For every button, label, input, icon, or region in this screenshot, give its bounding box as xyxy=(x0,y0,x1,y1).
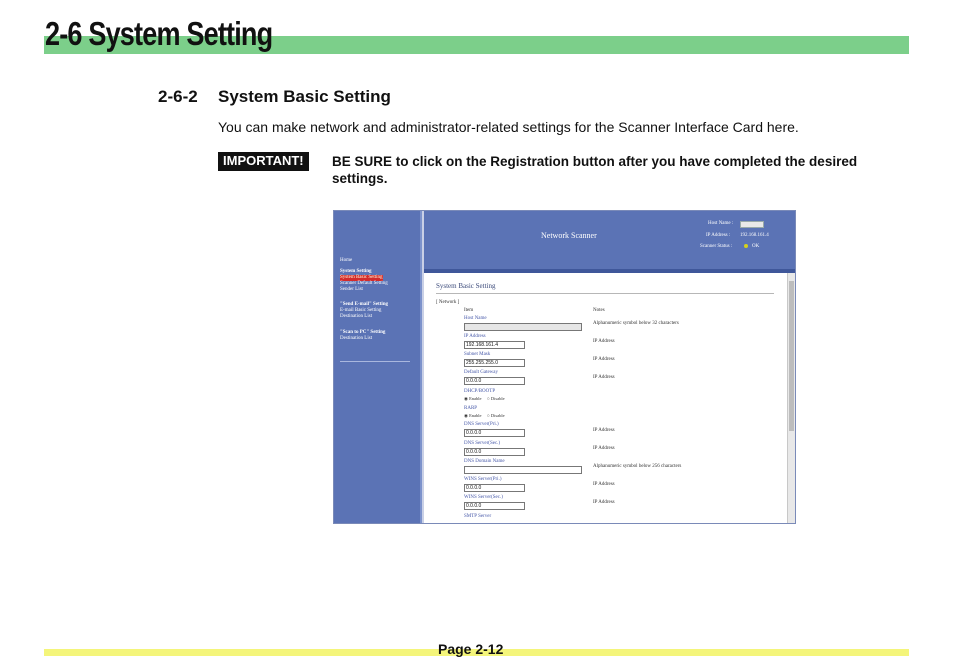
ip-address-input[interactable]: 192.168.161.4 xyxy=(464,341,525,349)
chapter-title: 2-6 System Setting xyxy=(45,15,273,52)
web-ui-screenshot: Home System Setting System Basic Setting… xyxy=(333,210,796,524)
subnet-mask-field-label: Subnet Mask xyxy=(464,352,491,357)
form-title: System Basic Setting xyxy=(436,282,496,290)
network-group-label: [ Network ] xyxy=(436,300,460,305)
page-number: Page 2-12 xyxy=(438,641,504,657)
wins-sec-field-label: WINS Server(Sec.) xyxy=(464,495,503,500)
section-title: System Basic Setting xyxy=(218,87,391,106)
subnet-mask-input[interactable]: 255.255.255.0 xyxy=(464,359,525,367)
dhcp-field-label: DHCP/BOOTP xyxy=(464,389,496,394)
dhcp-enable-label: Enable xyxy=(469,396,482,401)
rarp-enable-radio[interactable]: ◉ Enable xyxy=(464,413,482,419)
ip-address-display: 192.168.161.4 xyxy=(740,233,769,238)
col-item-header: Item xyxy=(464,308,474,313)
dns-pri-input[interactable]: 0.0.0.0 xyxy=(464,429,525,437)
dhcp-enable-radio[interactable]: ◉ Enable xyxy=(464,396,482,402)
col-notes-header: Notes xyxy=(593,308,605,313)
dns-pri-field-label: DNS Server(Pri.) xyxy=(464,422,499,427)
wins-sec-note: IP Address xyxy=(593,500,615,505)
screenshot-topbar: Network Scanner Host Name : IP Address :… xyxy=(424,211,795,273)
wins-pri-field-label: WINS Server(Pri.) xyxy=(464,477,502,482)
screenshot-main: System Basic Setting [ Network ] Item No… xyxy=(424,273,787,523)
default-gateway-note: IP Address xyxy=(593,375,615,380)
ip-address-field-label: IP Address xyxy=(464,334,486,339)
section-number: 2-6-2 xyxy=(158,87,198,106)
subnet-mask-note: IP Address xyxy=(593,357,615,362)
dns-domain-field-label: DNS Domain Name xyxy=(464,459,505,464)
network-scanner-title: Network Scanner xyxy=(541,231,597,240)
ip-address-note: IP Address xyxy=(593,339,615,344)
status-led-icon xyxy=(744,244,748,248)
rarp-disable-label: Disable xyxy=(490,413,505,418)
important-badge: IMPORTANT! xyxy=(218,152,309,171)
host-name-note: Alphanumeric symbol below 32 characters xyxy=(593,321,679,326)
rarp-field-label: RARP xyxy=(464,406,478,411)
sidebar-link-sender-list[interactable]: Sender List xyxy=(340,287,363,293)
dns-domain-input[interactable] xyxy=(464,466,582,474)
dns-domain-note: Alphanumeric symbol below 256 characters xyxy=(593,464,682,469)
wins-pri-note: IP Address xyxy=(593,482,615,487)
dns-sec-field-label: DNS Server(Sec.) xyxy=(464,441,501,446)
host-name-label: Host Name : xyxy=(708,221,734,226)
default-gateway-input[interactable]: 0.0.0.0 xyxy=(464,377,525,385)
screenshot-sidebar: Home System Setting System Basic Setting… xyxy=(334,211,422,523)
sidebar-link-destination-list-pc[interactable]: Destination List xyxy=(340,336,372,342)
host-name-display xyxy=(740,221,764,228)
form-title-rule xyxy=(436,293,774,294)
important-text: BE SURE to click on the Registration but… xyxy=(332,154,858,186)
host-name-input[interactable] xyxy=(464,323,582,331)
smtp-field-label: SMTP Server xyxy=(464,514,492,519)
dns-sec-input[interactable]: 0.0.0.0 xyxy=(464,448,525,456)
section-heading: 2-6-2 System Basic Setting xyxy=(158,87,391,107)
sidebar-link-home[interactable]: Home xyxy=(340,258,352,264)
default-gateway-field-label: Default Gateway xyxy=(464,370,499,375)
wins-pri-input[interactable]: 0.0.0.0 xyxy=(464,484,525,492)
sidebar-link-destination-list-email[interactable]: Destination List xyxy=(340,314,372,320)
dhcp-disable-label: Disable xyxy=(490,396,505,401)
rarp-enable-label: Enable xyxy=(469,413,482,418)
scanner-status-label: Scanner Status : xyxy=(700,244,733,249)
dhcp-disable-radio[interactable]: ○ Disable xyxy=(487,396,505,401)
host-name-field-label: Host Name xyxy=(464,316,487,321)
screenshot-scrollbar[interactable] xyxy=(787,273,795,523)
dns-pri-note: IP Address xyxy=(593,428,615,433)
rarp-disable-radio[interactable]: ○ Disable xyxy=(487,413,505,418)
scrollbar-thumb[interactable] xyxy=(789,281,794,431)
wins-sec-input[interactable]: 0.0.0.0 xyxy=(464,502,525,510)
intro-paragraph: You can make network and administrator-r… xyxy=(218,119,799,135)
scanner-status-value: OK xyxy=(752,244,760,249)
dns-sec-note: IP Address xyxy=(593,446,615,451)
sidebar-divider xyxy=(340,361,410,362)
ip-address-label: IP Address : xyxy=(706,233,731,238)
